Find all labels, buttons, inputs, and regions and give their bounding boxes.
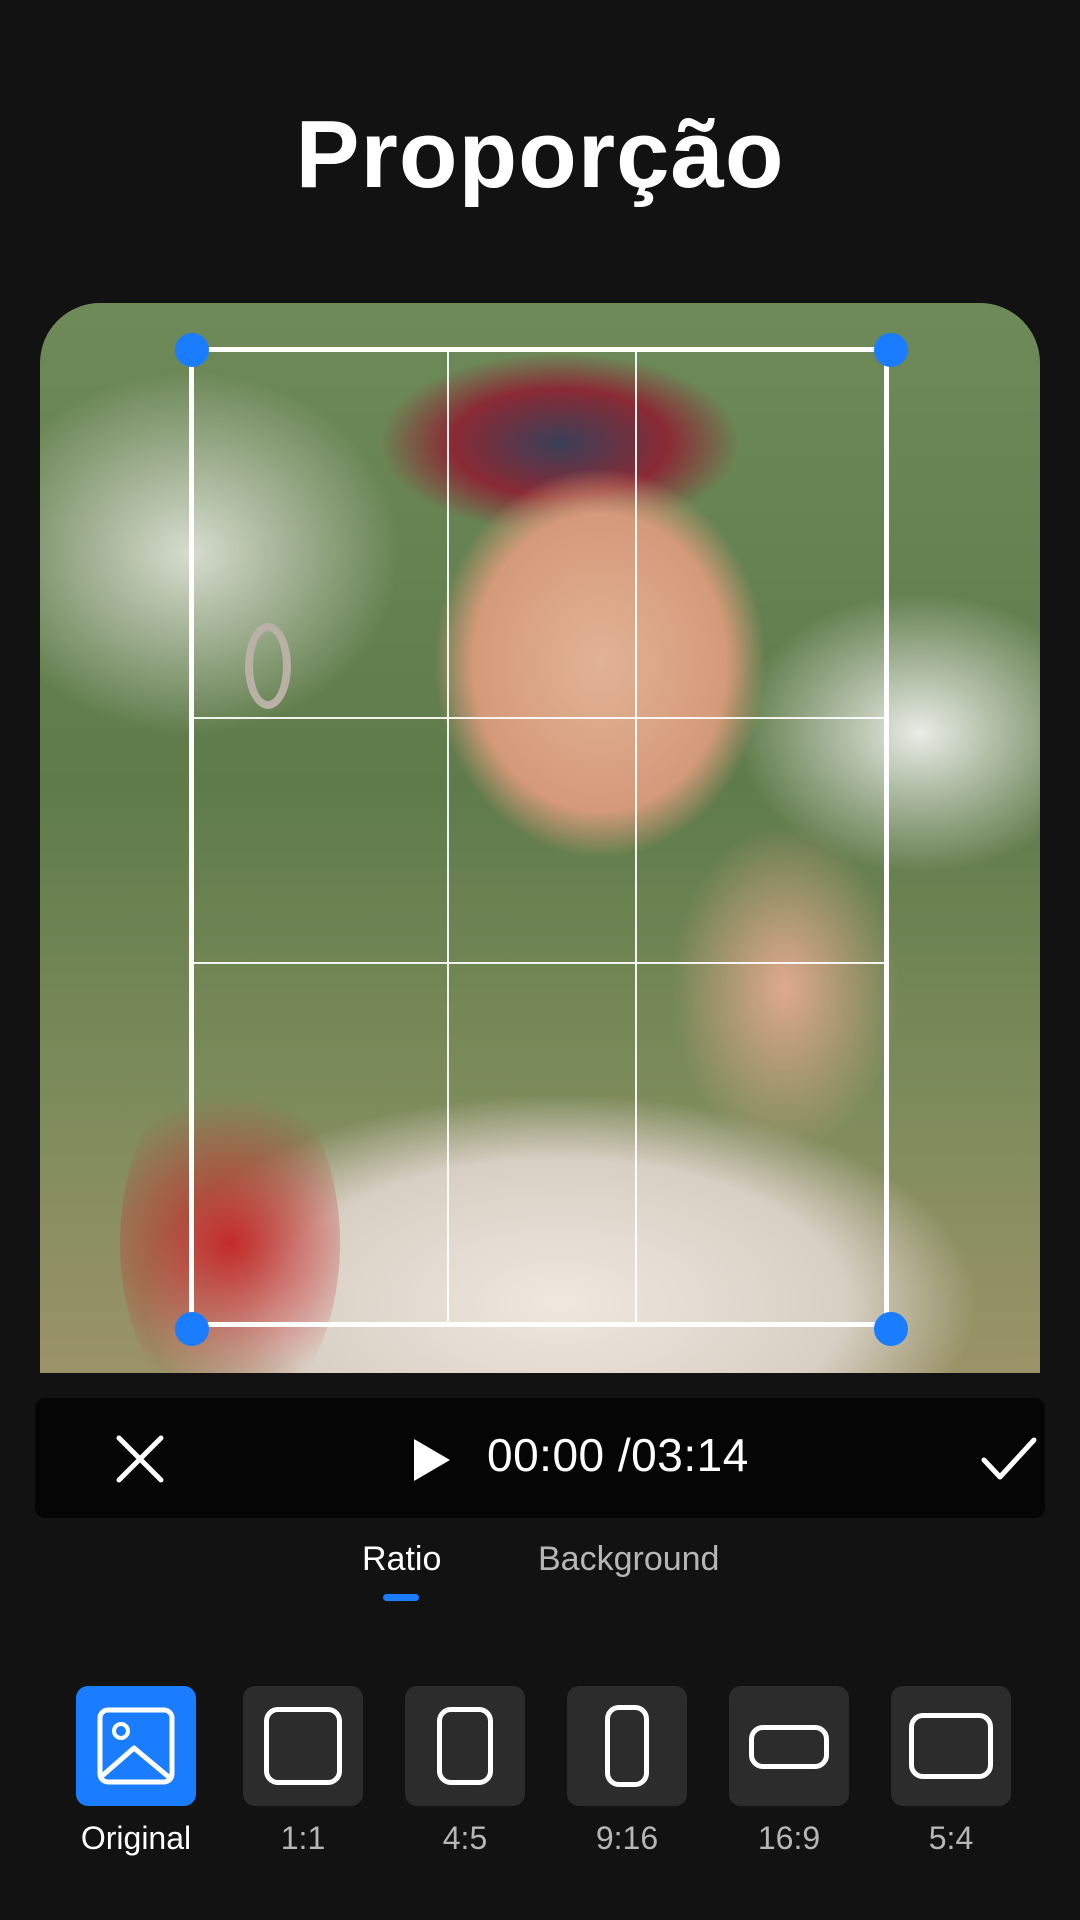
close-icon	[116, 1435, 164, 1483]
ratio-label-16-9: 16:9	[757, 1820, 821, 1856]
total-time: /03:14	[617, 1429, 749, 1481]
crop-handle-bottom-right[interactable]	[874, 1312, 908, 1346]
crop-frame[interactable]	[189, 347, 889, 1327]
landscape-frame-icon	[909, 1713, 993, 1779]
crop-handle-top-right[interactable]	[874, 333, 908, 367]
tab-ratio[interactable]: Ratio	[362, 1540, 441, 1579]
ratio-option-4-5[interactable]	[405, 1686, 525, 1806]
play-icon	[414, 1439, 450, 1481]
play-button[interactable]	[410, 1436, 454, 1484]
square-frame-icon	[264, 1707, 342, 1785]
crop-grid-line	[635, 352, 637, 1322]
playback-bar: 00:00 /03:14	[35, 1398, 1045, 1518]
crop-grid-line	[194, 962, 884, 964]
ratio-option-original[interactable]	[76, 1686, 196, 1806]
ratio-option-9-16[interactable]	[567, 1686, 687, 1806]
crop-grid-line	[194, 717, 884, 719]
ratio-label-4-5: 4:5	[442, 1820, 488, 1856]
confirm-button[interactable]	[980, 1434, 1038, 1484]
current-time: 00:00	[487, 1429, 605, 1481]
ratio-option-1-1[interactable]	[243, 1686, 363, 1806]
crop-handle-top-left[interactable]	[175, 333, 209, 367]
tab-background[interactable]: Background	[538, 1540, 719, 1579]
wide-frame-icon	[749, 1725, 829, 1769]
crop-handle-bottom-left[interactable]	[175, 1312, 209, 1346]
ratio-label-5-4: 5:4	[928, 1820, 974, 1856]
ratio-label-original: Original	[80, 1820, 192, 1856]
close-button[interactable]	[115, 1434, 165, 1484]
ratio-label-1-1: 1:1	[280, 1820, 326, 1856]
crop-grid-line	[447, 352, 449, 1322]
ratio-label-9-16: 9:16	[595, 1820, 659, 1856]
active-tab-indicator	[383, 1594, 419, 1601]
page-title: Proporção	[295, 101, 785, 208]
portrait-frame-icon	[437, 1707, 493, 1785]
checkmark-icon	[981, 1437, 1037, 1480]
image-icon	[97, 1707, 175, 1785]
ratio-option-5-4[interactable]	[891, 1686, 1011, 1806]
tall-portrait-frame-icon	[605, 1705, 649, 1787]
playback-time: 00:00 /03:14	[487, 1428, 749, 1482]
ratio-option-16-9[interactable]	[729, 1686, 849, 1806]
